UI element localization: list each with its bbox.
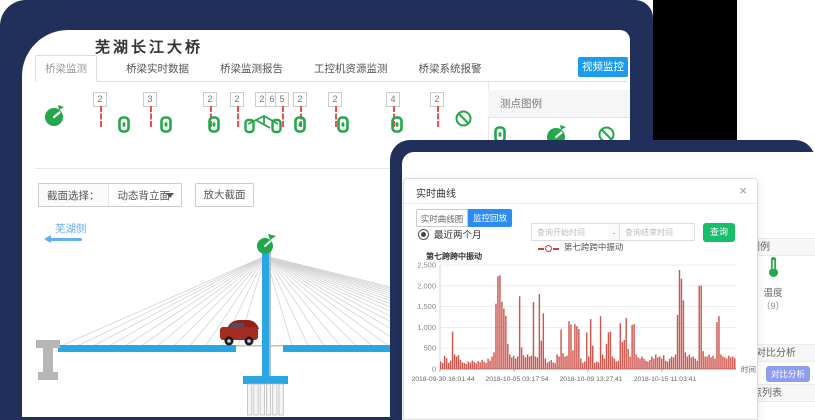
tab-bridge-monitor[interactable]: 桥梁监测 [35,55,97,82]
realtime-curve-dialog: 实时曲线 × 实时曲线图 监控回放 最近两个月 - 查询 第七跨跨中振动 第七跨… [403,178,758,420]
svg-text:1,500: 1,500 [417,302,436,311]
sensor-dropline [237,106,239,127]
link-icon[interactable] [294,116,306,133]
query-end-input[interactable] [619,223,695,241]
gauge-icon[interactable] [44,104,66,128]
svg-text:0: 0 [432,365,436,374]
thermometer-icon [767,265,780,282]
screenshot-stage: 芜湖长江大桥 桥梁监测 桥梁实时数据 桥梁监测报告 工控机资源监测 桥梁系统报警… [0,0,815,420]
pile-group [248,384,284,415]
compare-analysis-button[interactable]: 对比分析 [766,366,810,382]
deck-joint [236,345,283,347]
sidebar-compare-title: 对比分析 [756,348,796,359]
sensor-count-badge: 5 [275,92,289,107]
chevron-down-icon [166,193,174,198]
svg-text:1,000: 1,000 [417,323,436,332]
video-monitor-button[interactable]: 视频监控 [578,57,628,77]
sensor-count-badge: 2 [230,92,244,107]
sensor-count-badge: 4 [386,92,400,107]
tab-bridge-report[interactable]: 桥梁监测报告 [218,56,285,81]
bridge-deck-left [58,345,236,352]
sensor-count-badge: 2 [93,92,107,107]
legend-panel-header: 测点图例 [488,90,630,118]
svg-text:2018-09-30 16:01:44: 2018-09-30 16:01:44 [411,376,474,383]
sensor-dropline [282,106,284,127]
zoom-section-button[interactable]: 放大截面 [195,183,254,207]
svg-text:500: 500 [423,344,436,353]
section-select[interactable]: 截面选择： 动态背立面 [38,183,182,207]
main-tabs: 桥梁监测 桥梁实时数据 桥梁监测报告 工控机资源监测 桥梁系统报警 [35,55,627,82]
svg-text:2,000: 2,000 [417,281,436,290]
svg-text:2018-10-09 13:27:41: 2018-10-09 13:27:41 [559,376,622,383]
link-icon[interactable] [160,116,172,133]
vibration-chart: 0 500 1,000 1,500 2,000 2,500 2018-09-30 16:01… [406,261,759,393]
left-abutment [36,340,60,380]
tab-realtime-curve[interactable]: 实时曲线图 [416,209,468,227]
tab-bridge-system-alarm[interactable]: 桥梁系统报警 [417,56,484,81]
desktop-black-area [653,0,737,140]
sensor-count-badge: 2 [430,92,444,107]
temperature-count: （9） [758,299,788,312]
tower-shadow [269,250,271,378]
svg-text:2018-10-05 03:17:54: 2018-10-05 03:17:54 [485,376,548,383]
link-icon[interactable] [337,116,349,133]
close-icon[interactable]: × [739,183,747,198]
sensor-count-badge: 2 [293,92,307,107]
bridge-tower [262,250,269,378]
crane-icon[interactable] [244,114,282,134]
section-select-value: 动态背立面 [109,188,171,203]
dialog-header: 实时曲线 × [404,179,757,204]
legend-label: 第七跨跨中振动 [564,242,624,252]
link-icon[interactable] [118,116,130,133]
link-icon[interactable] [208,116,220,133]
link-icon[interactable] [391,116,403,133]
last-two-months-label: 最近两个月 [434,227,482,241]
anemometer-icon[interactable] [257,234,276,254]
prohibit-icon[interactable] [455,110,472,127]
tab-ipc-resource-monitor[interactable]: 工控机资源监测 [312,56,390,81]
sensor-dropline [100,106,102,127]
pier-cap [243,376,288,384]
tab-bridge-realtime-data[interactable]: 桥梁实时数据 [124,56,191,81]
query-button[interactable]: 查询 [703,223,735,242]
temperature-legend[interactable]: 温度 （9） [758,256,788,312]
legend-marker-icon [538,243,559,253]
sensor-dropline [150,106,152,127]
query-start-input[interactable] [531,223,609,241]
tab-monitor-playback[interactable]: 监控回放 [468,209,512,227]
svg-text:时间: 时间 [741,364,756,374]
temperature-label: 温度 [758,285,788,299]
legend-panel-title: 测点图例 [500,98,542,110]
page-title: 芜湖长江大桥 [95,36,203,57]
last-two-months-radio[interactable] [418,229,429,240]
svg-text:2018-10-15 11:03:41: 2018-10-15 11:03:41 [634,376,697,383]
svg-text:2,500: 2,500 [417,261,436,270]
section-select-label: 截面选择： [39,184,109,206]
sensor-dropline [437,106,439,127]
dialog-title: 实时曲线 [416,185,456,200]
sensor-count-badge: 2 [328,92,342,107]
sensor-count-badge: 2 [203,92,217,107]
sensor-count-badge: 3 [143,92,157,107]
